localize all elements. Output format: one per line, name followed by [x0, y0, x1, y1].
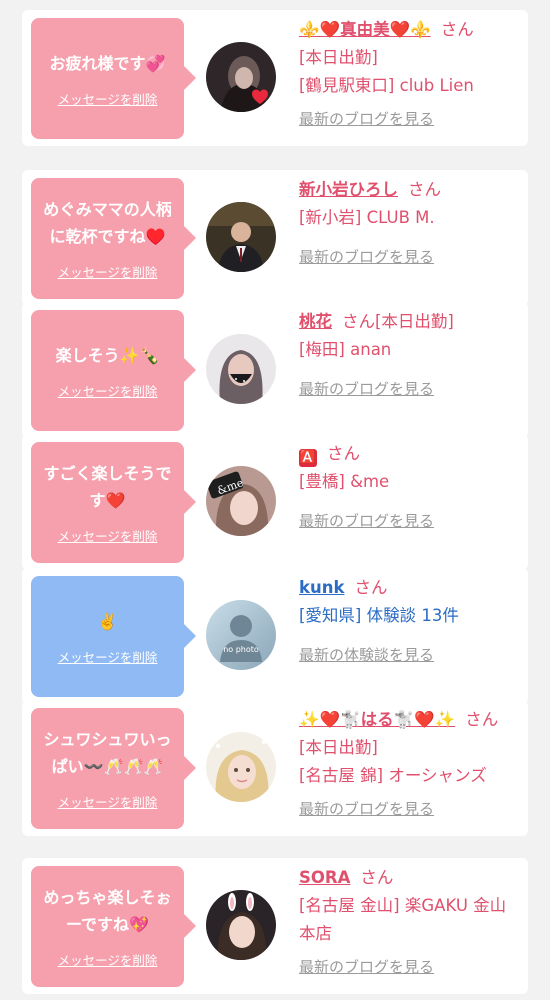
shop-location: [名古屋 金山] 楽GAKU 金山本店 [299, 896, 507, 943]
sender-name-link[interactable]: 桃花 [299, 312, 332, 331]
honorific-label: さん [354, 578, 388, 597]
delete-message-link[interactable]: メッセージを削除 [58, 89, 158, 108]
message-card: お疲れ様です💞 メッセージを削除 ⚜️❤️真由美❤️⚜️ さん [本日出勤] [鶴… [22, 10, 528, 146]
avatar[interactable] [206, 890, 276, 960]
message-text: めっちゃ楽しそぉ ーですね💖 [43, 888, 172, 934]
work-status: [本日出勤] [299, 48, 378, 67]
message-card: めっちゃ楽しそぉ ーですね💖 メッセージを削除 SORA さん [名古屋 金山] … [22, 858, 528, 994]
avatar[interactable] [206, 202, 276, 272]
sender-name-link[interactable]: ⚜️❤️真由美❤️⚜️ [299, 20, 431, 39]
message-card: ✌️ メッセージを削除 no photo kunk さん [愛知県] 体験談 1… [22, 568, 528, 704]
latest-review-link[interactable]: 最新の体験談を見る [299, 644, 521, 666]
message-card: シュワシュワいっ ぱい〰️🥂🥂🥂 メッセージを削除 ✨❤️🐩はる🐩❤️✨ さん [… [22, 700, 528, 836]
latest-blog-link[interactable]: 最新のブログを見る [299, 510, 521, 532]
message-text: めぐみママの人柄 に乾杯ですね♥️ [43, 200, 172, 246]
review-location: [愛知県] 体験談 13件 [299, 606, 459, 625]
message-text: 楽しそう✨🍾 [55, 345, 160, 365]
avatar-photo [206, 732, 276, 802]
no-photo-icon: no photo [206, 600, 276, 670]
avatar[interactable] [206, 42, 276, 112]
avatar-photo [206, 334, 276, 404]
work-status: [本日出勤] [375, 312, 454, 331]
avatar[interactable] [206, 334, 276, 404]
avatar-photo [206, 202, 276, 272]
message-bubble: シュワシュワいっ ぱい〰️🥂🥂🥂 メッセージを削除 [31, 708, 196, 829]
work-status: [本日出勤] [299, 738, 378, 757]
sender-name-link[interactable]: SORA [299, 868, 350, 887]
sender-name-link[interactable]: kunk [299, 578, 344, 597]
delete-message-link[interactable]: メッセージを削除 [58, 262, 158, 281]
shop-location: [名古屋 錦] オーシャンズ [299, 766, 487, 785]
avatar[interactable]: &me [206, 466, 276, 536]
message-text: シュワシュワいっ ぱい〰️🥂🥂🥂 [43, 730, 172, 776]
avatar-photo [206, 42, 276, 112]
honorific-label: さん [327, 444, 360, 463]
message-text: お疲れ様です💞 [49, 53, 166, 73]
latest-blog-link[interactable]: 最新のブログを見る [299, 956, 521, 978]
avatar-photo [206, 890, 276, 960]
message-bubble: すごく楽しそうで す❤️ メッセージを削除 [31, 442, 196, 563]
latest-blog-link[interactable]: 最新のブログを見る [299, 108, 521, 130]
delete-message-link[interactable]: メッセージを削除 [58, 526, 158, 545]
shop-location: [梅田] anan [299, 340, 392, 359]
message-text: すごく楽しそうで す❤️ [43, 464, 172, 510]
message-bubble: 楽しそう✨🍾 メッセージを削除 [31, 310, 196, 431]
delete-message-link[interactable]: メッセージを削除 [58, 647, 158, 666]
avatar[interactable] [206, 732, 276, 802]
avatar-photo: &me [206, 466, 276, 536]
latest-blog-link[interactable]: 最新のブログを見る [299, 798, 521, 820]
delete-message-link[interactable]: メッセージを削除 [58, 381, 158, 400]
message-card: すごく楽しそうで す❤️ メッセージを削除 &me 🅰️ さん [豊橋] &me … [22, 434, 528, 570]
avatar[interactable]: no photo [206, 600, 276, 670]
honorific-label: さん [342, 312, 375, 331]
honorific-label: さん [440, 20, 474, 39]
honorific-label: さん [465, 710, 499, 729]
svg-text:no photo: no photo [223, 645, 259, 654]
message-bubble: めっちゃ楽しそぉ ーですね💖 メッセージを削除 [31, 866, 196, 987]
delete-message-link[interactable]: メッセージを削除 [58, 950, 158, 969]
message-list: お疲れ様です💞 メッセージを削除 ⚜️❤️真由美❤️⚜️ さん [本日出勤] [鶴… [0, 0, 550, 1000]
delete-message-link[interactable]: メッセージを削除 [58, 792, 158, 811]
message-bubble: お疲れ様です💞 メッセージを削除 [31, 18, 196, 139]
message-card: めぐみママの人柄 に乾杯ですね♥️ メッセージを削除 新小岩ひろし さん [新小岩… [22, 170, 528, 306]
message-bubble: めぐみママの人柄 に乾杯ですね♥️ メッセージを削除 [31, 178, 196, 299]
sender-name-link[interactable]: 新小岩ひろし [299, 180, 398, 199]
message-bubble: ✌️ メッセージを削除 [31, 576, 196, 697]
message-text: ✌️ [97, 611, 118, 631]
message-card: 楽しそう✨🍾 メッセージを削除 桃花 さん[本日出勤] [梅田] anan 最新の… [22, 302, 528, 438]
shop-location: [豊橋] &me [299, 472, 390, 491]
latest-blog-link[interactable]: 最新のブログを見る [299, 246, 521, 268]
shop-location: [鶴見駅東口] club Lien [299, 76, 474, 95]
honorific-label: さん [408, 180, 441, 199]
sender-name-link[interactable]: ✨❤️🐩はる🐩❤️✨ [299, 710, 455, 729]
shop-location: [新小岩] CLUB M. [299, 208, 435, 227]
latest-blog-link[interactable]: 最新のブログを見る [299, 378, 521, 400]
sender-name-link[interactable]: 🅰️ [299, 449, 317, 467]
honorific-label: さん [360, 868, 394, 887]
